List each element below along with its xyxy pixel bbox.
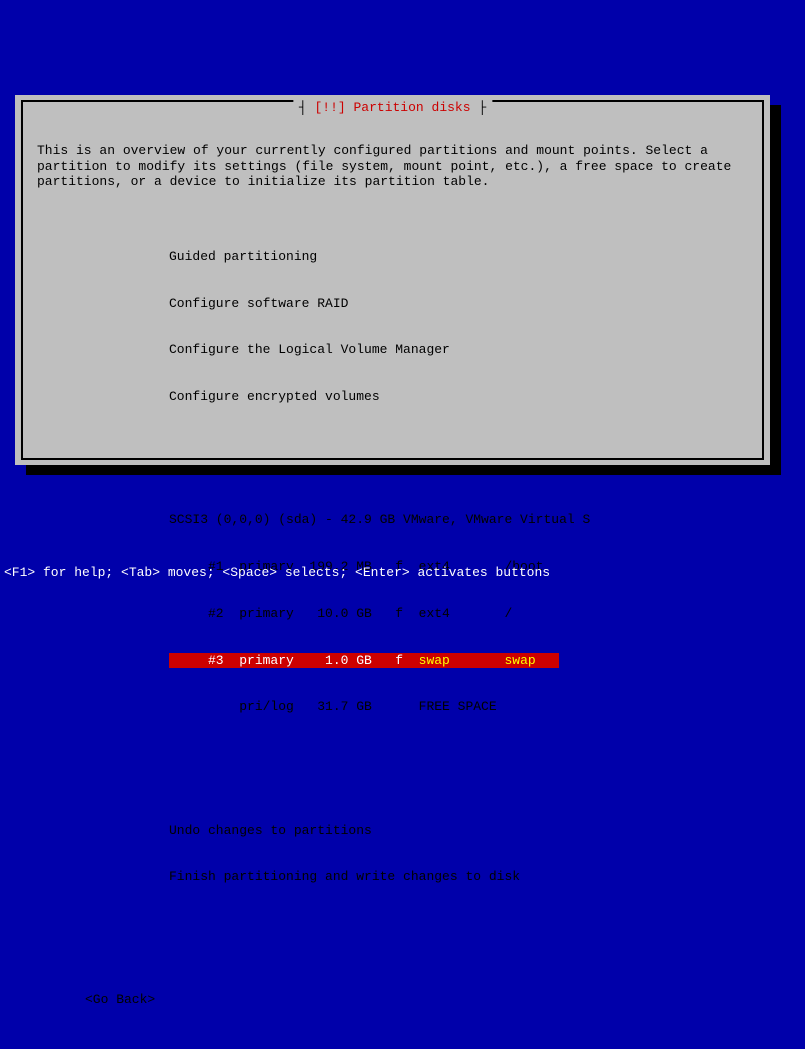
partition-row-free[interactable]: pri/log 31.7 GB FREE SPACE [37,699,748,715]
disk-header[interactable]: SCSI3 (0,0,0) (sda) - 42.9 GB VMware, VM… [37,512,748,528]
partition-dialog: ┤ [!!] Partition disks ├ This is an over… [15,95,770,465]
p3-prefix: #3 primary 1.0 GB f [169,653,419,668]
p3-suffix [536,653,559,668]
p3-fs: swap [419,653,450,668]
menu-configure-raid[interactable]: Configure software RAID [37,296,748,312]
go-back-button[interactable]: <Go Back> [37,992,748,1008]
title-text: Partition disks [354,100,471,115]
title-bracket-left: ┤ [299,100,315,115]
dialog-title: ┤ [!!] Partition disks ├ [293,100,492,115]
title-bang: [!!] [314,100,345,115]
p3-mid [450,653,505,668]
menu-finish-partitioning[interactable]: Finish partitioning and write changes to… [37,869,748,885]
menu-configure-encrypted[interactable]: Configure encrypted volumes [37,389,748,405]
help-bar: <F1> for help; <Tab> moves; <Space> sele… [0,563,805,582]
menu-configure-lvm[interactable]: Configure the Logical Volume Manager [37,342,748,358]
description-text: This is an overview of your currently co… [37,143,748,190]
partition-row-2[interactable]: #2 primary 10.0 GB f ext4 / [37,606,748,622]
partition-row-3-selected[interactable]: #3 primary 1.0 GB f swap swap [37,653,748,669]
menu-undo-changes[interactable]: Undo changes to partitions [37,823,748,839]
p3-mount: swap [504,653,535,668]
menu-guided-partitioning[interactable]: Guided partitioning [37,249,748,265]
dialog-border: ┤ [!!] Partition disks ├ This is an over… [21,100,764,460]
title-bracket-right: ├ [471,100,487,115]
